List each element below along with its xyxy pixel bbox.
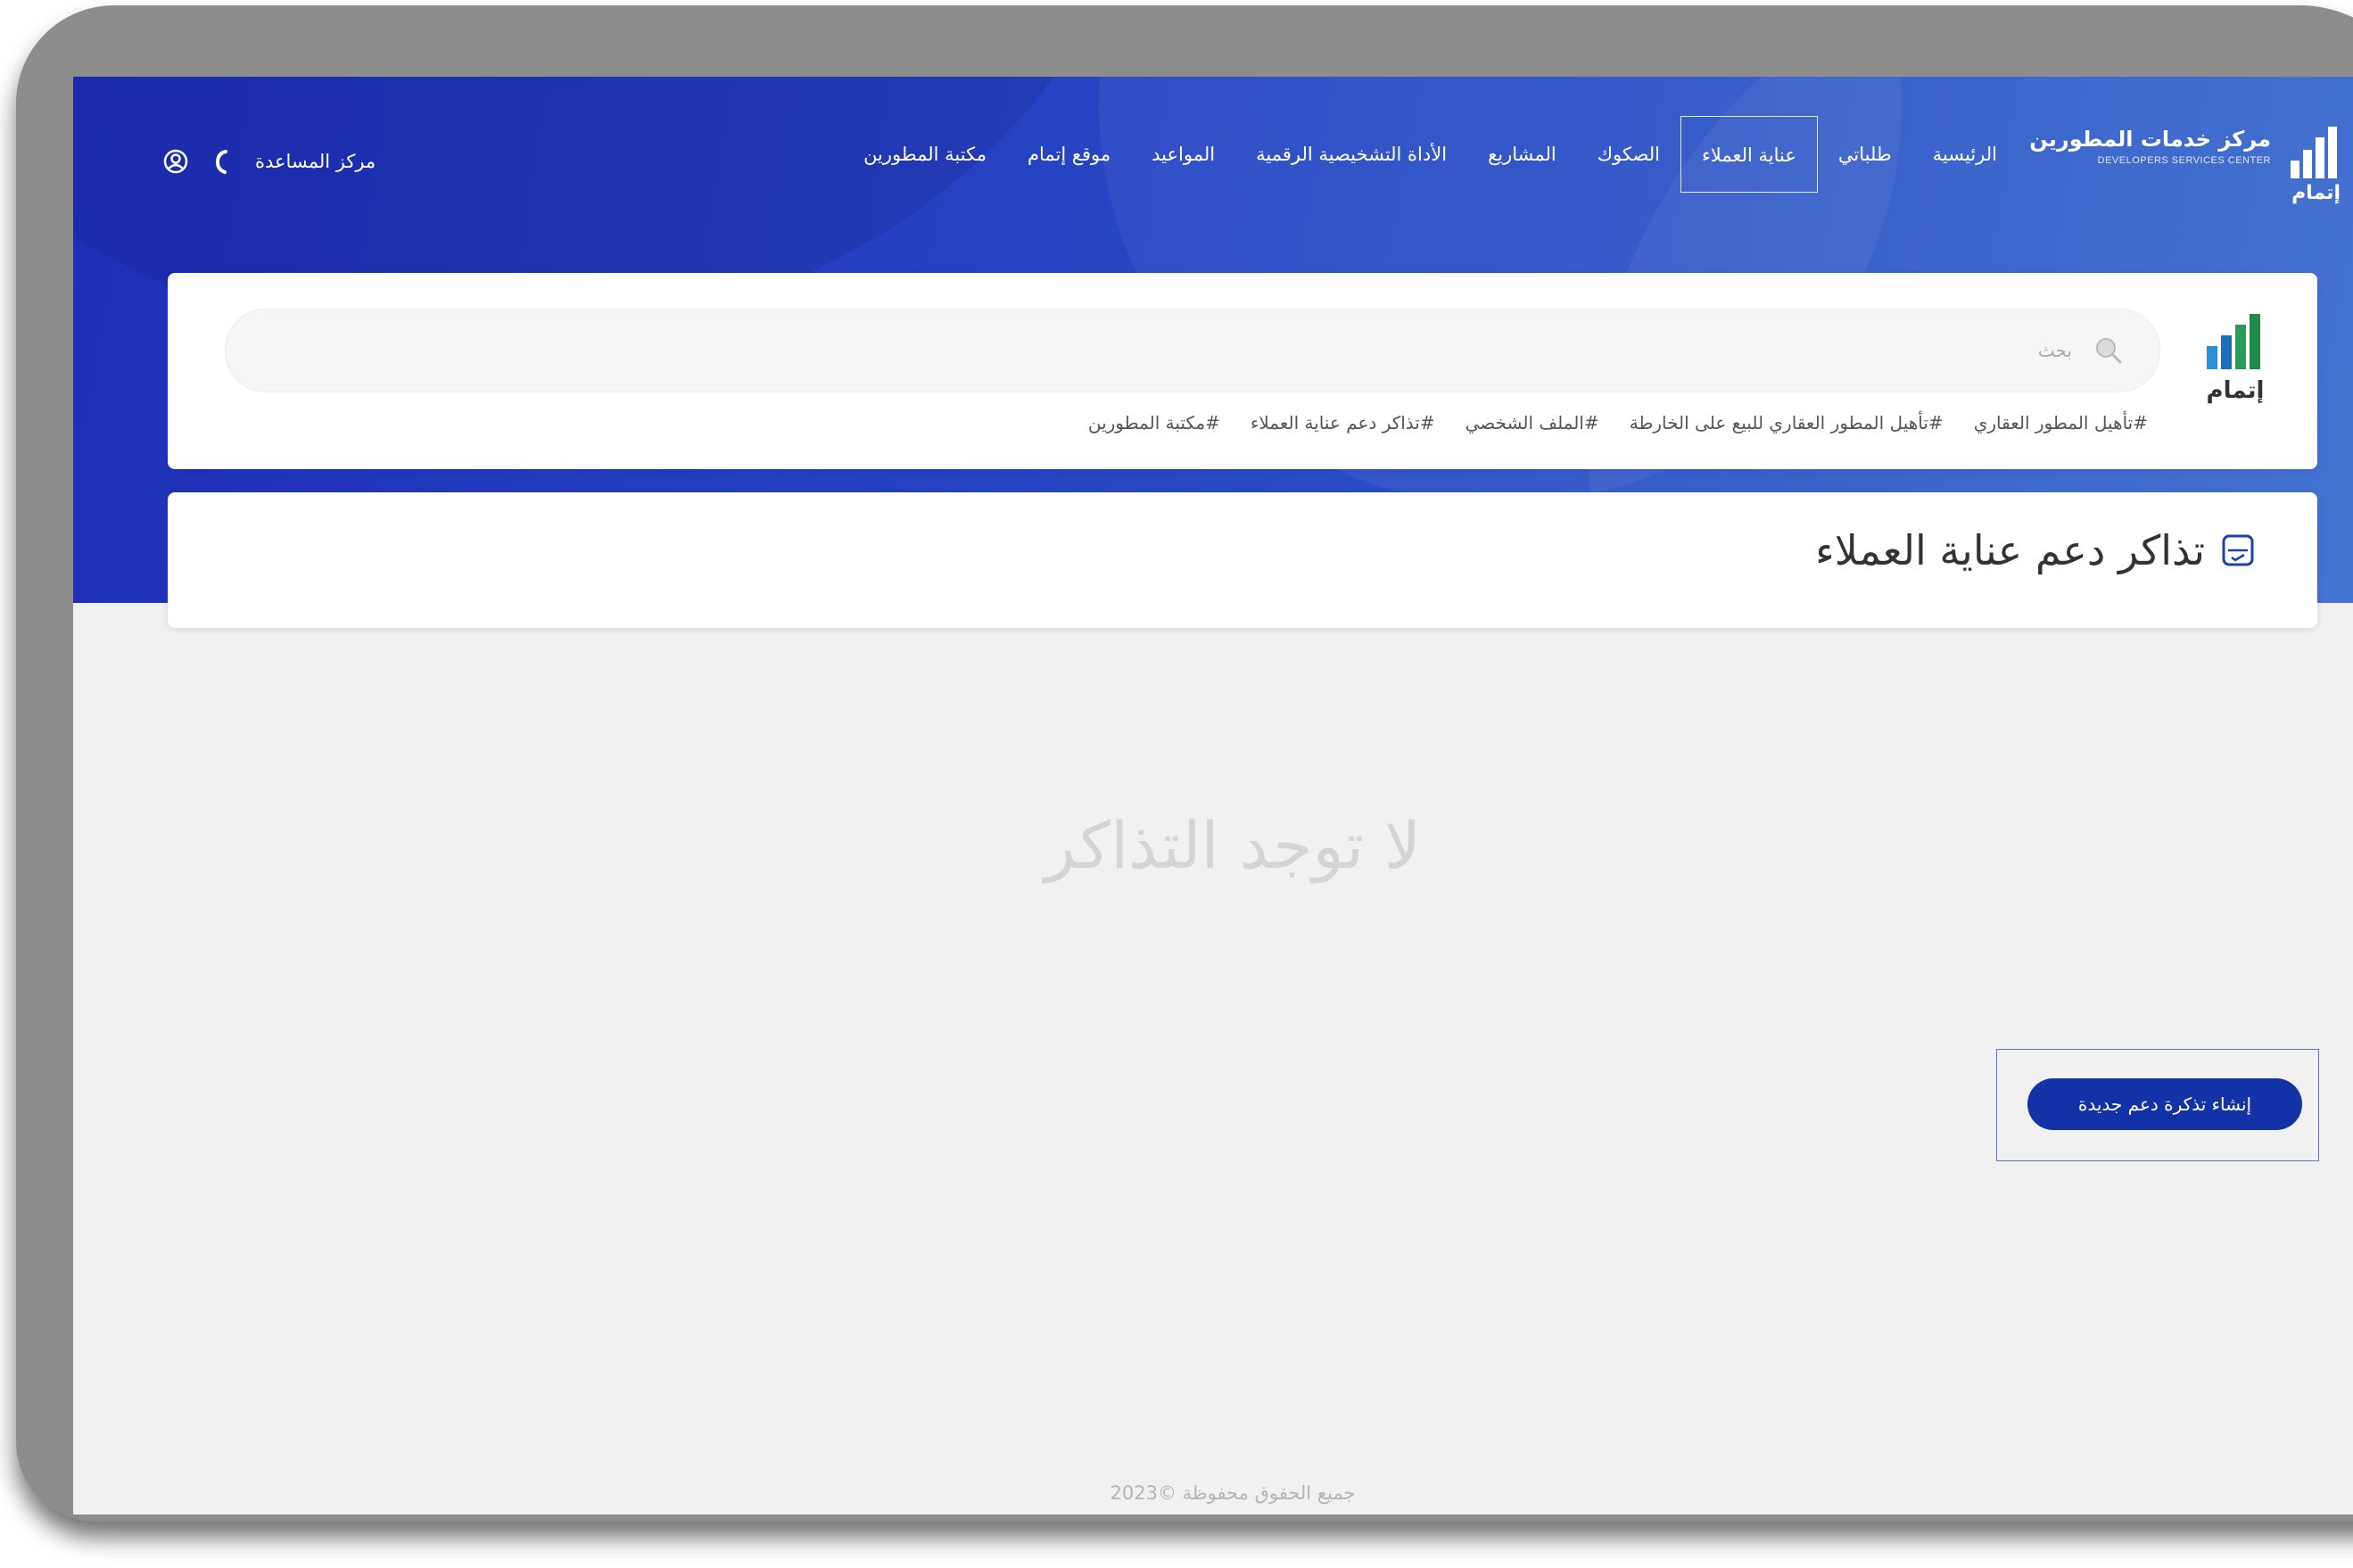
checklist-icon	[2222, 534, 2254, 566]
new-ticket-highlight: إنشاء تذكرة دعم جديدة	[1996, 1049, 2319, 1161]
brand[interactable]: مركز خدمات المطورين DEVELOPERS SERVICES …	[2002, 125, 2341, 232]
search-input[interactable]	[376, 339, 2074, 362]
nav-item-developers-library[interactable]: مكتبة المطورين	[843, 116, 1007, 193]
brand-logo-text: إتمام	[2291, 182, 2341, 204]
user-circle-icon[interactable]	[162, 148, 189, 175]
nav-item-appointments[interactable]: المواعيد	[1131, 116, 1235, 193]
tag-profile[interactable]: #الملف الشخصي	[1465, 412, 1599, 433]
nav-item-home[interactable]: الرئيسية	[1912, 116, 2018, 193]
tag-customer-care-tickets[interactable]: #تذاكر دعم عناية العملاء	[1251, 412, 1435, 433]
nav-item-customer-care[interactable]: عناية العملاء	[1680, 116, 1818, 193]
search-card: إتمام #تأهيل المطور العقاري #تأهيل المطو…	[168, 273, 2317, 469]
empty-state-message: لا توجد التذاكر	[1044, 808, 1421, 883]
page-title-row: تذاكر دعم عناية العملاء	[1815, 526, 2255, 574]
search-bar[interactable]	[225, 309, 2160, 392]
logo-wordmark: إتمام	[2207, 377, 2265, 404]
browser-screen: مركز خدمات المطورين DEVELOPERS SERVICES …	[73, 77, 2353, 1514]
utility-links: مركز المساعدة	[162, 148, 376, 175]
footer-copyright: جميع الحقوق محفوظة ©2023	[1110, 1482, 1356, 1504]
phone-icon[interactable]	[212, 148, 232, 175]
nav-item-projects[interactable]: المشاريع	[1467, 116, 1577, 193]
new-ticket-button[interactable]: إنشاء تذكرة دعم جديدة	[2027, 1078, 2302, 1130]
device-frame: مركز خدمات المطورين DEVELOPERS SERVICES …	[16, 5, 2353, 1522]
nav-item-digital-diagnostic[interactable]: الأداة التشخيصية الرقمية	[1235, 116, 1467, 193]
main-nav: الرئيسية طلباتي عناية العملاء الصكوك الم…	[843, 114, 2018, 194]
page-title: تذاكر دعم عناية العملاء	[1815, 526, 2205, 574]
nav-item-deeds[interactable]: الصكوك	[1577, 116, 1680, 193]
etmam-logo-icon: إتمام	[2207, 314, 2265, 404]
tag-off-plan-qualification[interactable]: #تأهيل المطور العقاري للبيع على الخارطة	[1630, 412, 1944, 433]
brand-subtitle: DEVELOPERS SERVICES CENTER	[2097, 155, 2271, 166]
help-center-link[interactable]: مركز المساعدة	[255, 151, 376, 172]
brand-title: مركز خدمات المطورين	[2029, 127, 2271, 152]
tag-developers-library[interactable]: #مكتبة المطورين	[1088, 412, 1220, 433]
top-navigation: مركز خدمات المطورين DEVELOPERS SERVICES …	[73, 77, 2353, 264]
page-title-card: تذاكر دعم عناية العملاء	[168, 492, 2317, 628]
tag-developer-qualification[interactable]: #تأهيل المطور العقاري	[1974, 412, 2148, 433]
search-icon[interactable]	[2093, 335, 2124, 366]
brand-text: مركز خدمات المطورين DEVELOPERS SERVICES …	[2029, 125, 2271, 168]
nav-item-etmam-site[interactable]: موقع إتمام	[1007, 116, 1131, 193]
nav-item-my-requests[interactable]: طلباتي	[1818, 116, 1912, 193]
search-tags: #تأهيل المطور العقاري #تأهيل المطور العق…	[1088, 412, 2148, 433]
